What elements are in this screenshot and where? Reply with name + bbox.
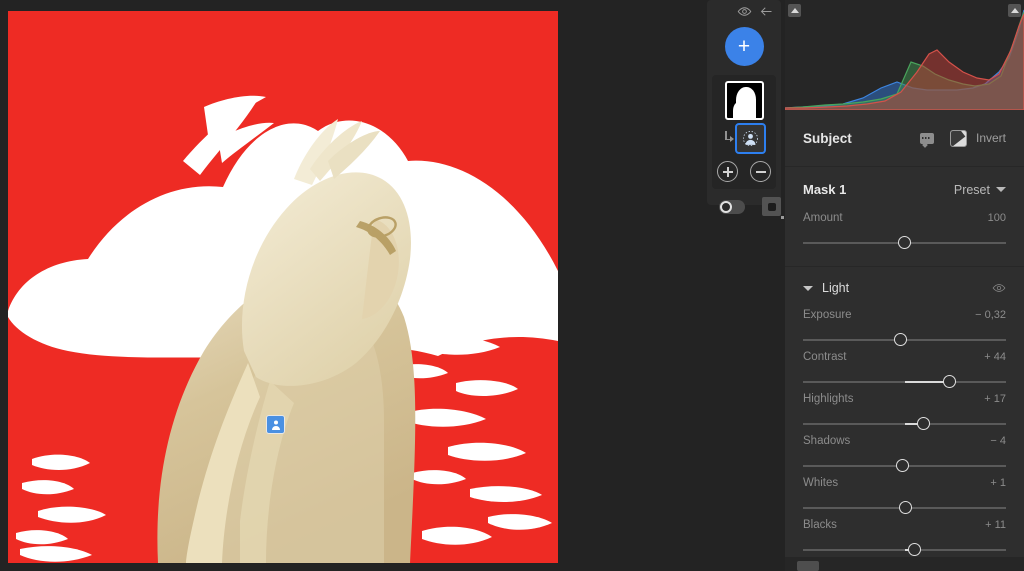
- preset-label[interactable]: Preset: [954, 183, 990, 197]
- blacks-slider-block: Blacks+ 11: [785, 519, 1024, 561]
- mask-thumbnail[interactable]: [725, 81, 764, 120]
- toggle-knob: [720, 201, 732, 213]
- more-options-icon[interactable]: [920, 133, 934, 144]
- invert-mask-icon[interactable]: [950, 130, 967, 147]
- amount-label: Amount: [803, 212, 988, 224]
- amount-slider-knob[interactable]: [898, 236, 911, 249]
- light-sliders-list: Exposure− 0,32 Contrast+ 44 Highlights+ 17…: [785, 309, 1024, 561]
- create-new-mask-button[interactable]: +: [725, 27, 764, 66]
- person-icon: [270, 419, 282, 431]
- amount-slider-block: Amount 100: [785, 212, 1024, 266]
- highlight-clipping-triangle[interactable]: [1008, 4, 1021, 17]
- whites-slider-block: Whites+ 1: [785, 477, 1024, 519]
- mask-add-subtract-row: [712, 161, 776, 182]
- chevron-down-icon[interactable]: [996, 187, 1006, 192]
- editor-window: +: [0, 0, 1024, 571]
- exposure-slider-header: Exposure− 0,32: [803, 309, 1006, 329]
- shadows-value: − 4: [990, 435, 1006, 447]
- subject-person-icon: [742, 130, 759, 147]
- shadows-slider-block: Shadows− 4: [785, 435, 1024, 477]
- shadows-label: Shadows: [803, 435, 990, 447]
- eye-icon[interactable]: [992, 281, 1006, 295]
- mask-overlay-controls: [707, 189, 781, 216]
- invert-label[interactable]: Invert: [976, 131, 1006, 145]
- light-section-title: Light: [822, 281, 992, 295]
- plus-circle-icon[interactable]: [717, 161, 738, 182]
- whites-label: Whites: [803, 477, 990, 489]
- blacks-slider-header: Blacks+ 11: [803, 519, 1006, 539]
- histogram-red-series: [785, 14, 1024, 110]
- mask-list: [712, 75, 776, 189]
- mask-strip-toolbar: [707, 0, 781, 22]
- overlay-dropdown-indicator: [781, 216, 784, 219]
- whites-slider-header: Whites+ 1: [803, 477, 1006, 497]
- edit-panel: Subject Invert Mask 1 Preset Amount 100: [785, 0, 1024, 571]
- amount-value: 100: [988, 212, 1006, 224]
- rgb-histogram[interactable]: [785, 0, 1024, 110]
- contrast-slider-header: Contrast+ 44: [803, 351, 1006, 371]
- highlights-slider[interactable]: [803, 413, 1006, 435]
- light-section-header[interactable]: Light: [785, 267, 1024, 309]
- exposure-value: − 0,32: [975, 309, 1006, 321]
- highlights-value: + 17: [984, 393, 1006, 405]
- contrast-label: Contrast: [803, 351, 984, 363]
- blacks-slider-knob[interactable]: [908, 543, 921, 556]
- mask-name-label: Mask 1: [803, 182, 954, 197]
- overlay-icon-center: [768, 203, 776, 211]
- mask-subject-row: Subject Invert: [785, 110, 1024, 167]
- bottom-chip[interactable]: [797, 561, 819, 571]
- shadow-clipping-triangle[interactable]: [788, 4, 801, 17]
- histogram-plot: [785, 0, 1024, 110]
- canvas-area: [0, 0, 704, 571]
- shadows-slider-knob[interactable]: [896, 459, 909, 472]
- highlights-slider-knob[interactable]: [917, 417, 930, 430]
- whites-slider-knob[interactable]: [899, 501, 912, 514]
- mask-tool-strip: +: [707, 0, 781, 205]
- photo-canvas[interactable]: [8, 11, 558, 563]
- exposure-slider-block: Exposure− 0,32: [785, 309, 1024, 351]
- create-new-mask-label: +: [738, 36, 750, 57]
- panel-bottom-stub: [785, 557, 1024, 571]
- chevron-down-icon[interactable]: [803, 286, 813, 291]
- shadows-slider[interactable]: [803, 455, 1006, 477]
- subject-mask-pin[interactable]: [266, 415, 285, 434]
- sub-mask-row: [712, 123, 776, 154]
- exposure-slider[interactable]: [803, 329, 1006, 351]
- highlights-slider-header: Highlights+ 17: [803, 393, 1006, 413]
- back-arrow-icon[interactable]: [759, 4, 774, 19]
- contrast-slider-knob[interactable]: [943, 375, 956, 388]
- eye-icon[interactable]: [737, 4, 752, 19]
- shadows-slider-header: Shadows− 4: [803, 435, 1006, 455]
- minus-circle-icon[interactable]: [750, 161, 771, 182]
- contrast-slider-block: Contrast+ 44: [785, 351, 1024, 393]
- amount-slider-header: Amount 100: [803, 212, 1006, 232]
- mask-overlay-icon[interactable]: [762, 197, 781, 216]
- photo-with-mask-overlay: [8, 11, 558, 563]
- show-overlay-toggle[interactable]: [719, 200, 745, 214]
- hierarchy-elbow-icon: [722, 131, 733, 147]
- blacks-label: Blacks: [803, 519, 985, 531]
- exposure-label: Exposure: [803, 309, 975, 321]
- sub-mask-subject[interactable]: [735, 123, 766, 154]
- highlights-label: Highlights: [803, 393, 984, 405]
- contrast-value: + 44: [984, 351, 1006, 363]
- mask-name-row: Mask 1 Preset: [785, 167, 1024, 212]
- whites-value: + 1: [990, 477, 1006, 489]
- blacks-value: + 11: [985, 519, 1006, 531]
- mask-subject-title: Subject: [803, 131, 920, 146]
- exposure-slider-knob[interactable]: [894, 333, 907, 346]
- masked-photo: [8, 11, 558, 563]
- mask-silhouette-secondary: [733, 102, 744, 120]
- amount-slider[interactable]: [803, 232, 1006, 254]
- mask-thumbnail-row: [712, 81, 776, 120]
- highlights-slider-block: Highlights+ 17: [785, 393, 1024, 435]
- whites-slider[interactable]: [803, 497, 1006, 519]
- contrast-slider[interactable]: [803, 371, 1006, 393]
